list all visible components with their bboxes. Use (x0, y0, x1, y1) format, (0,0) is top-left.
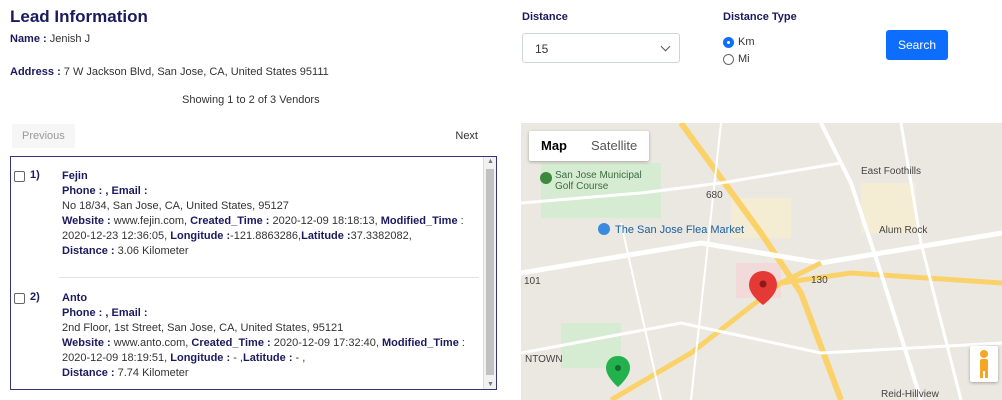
vendor-address: No 18/34, San Jose, CA, United States, 9… (62, 200, 289, 212)
map-label-golf2: Golf Course (555, 181, 609, 192)
pegman-icon[interactable] (970, 346, 998, 382)
vendor-distance: Distance : 7.74 Kilometer (62, 367, 189, 379)
pagination-info: Showing 1 to 2 of 3 Vendors (182, 94, 320, 106)
radio-unchecked-icon[interactable] (723, 53, 734, 65)
vendor-distance: Distance : 3.06 Kilometer (62, 245, 189, 257)
radio-mi[interactable]: Mi (723, 53, 750, 65)
scrollbar-thumb[interactable] (486, 169, 494, 375)
search-button[interactable]: Search (886, 30, 948, 60)
map-tab[interactable]: Map (529, 131, 579, 161)
map-label-east-foothills: East Foothills (861, 166, 922, 177)
vendor-contact: Phone : , Email : (62, 185, 148, 197)
scrollbar[interactable]: ▲ ▼ (483, 157, 496, 389)
vendor-list[interactable]: 1) Fejin Phone : , Email : No 18/34, San… (10, 156, 497, 390)
map-type-control[interactable]: Map Satellite (529, 131, 650, 161)
vendor-address: 2nd Floor, 1st Street, San Jose, CA, Uni… (62, 322, 344, 334)
vendor-details: Website : www.anto.com, Created_Time : 2… (62, 337, 465, 364)
map-view[interactable]: Map Satellite San Jose Municipal Golf Co… (521, 123, 1002, 400)
vendor-name: Fejin (62, 170, 88, 182)
map-label-downtown: NTOWN (525, 354, 563, 365)
satellite-tab[interactable]: Satellite (579, 131, 649, 161)
map-label-golf: San Jose Municipal (555, 170, 642, 181)
map-label-hwy130: 130 (811, 275, 828, 286)
distance-label: Distance (522, 11, 568, 23)
map-label-hwy680: 680 (706, 190, 723, 201)
map-label-reid: Reid-Hillview (881, 389, 939, 400)
lead-name: Name : Jenish J (10, 33, 91, 45)
vendor-checkbox[interactable] (14, 171, 25, 182)
divider (59, 277, 479, 278)
scroll-down-icon[interactable]: ▼ (487, 381, 494, 388)
distance-select[interactable]: 15 (522, 33, 680, 63)
map-label-hwy101: 101 (524, 276, 541, 287)
radio-km-label: Km (738, 36, 755, 48)
vendor-number: 2) (30, 291, 40, 303)
lead-address: Address : 7 W Jackson Blvd, San Jose, CA… (10, 66, 329, 78)
distance-type-label: Distance Type (723, 11, 797, 23)
vendor-name: Anto (62, 292, 88, 304)
radio-mi-label: Mi (738, 53, 750, 65)
distance-value: 15 (535, 42, 549, 56)
previous-button[interactable]: Previous (12, 124, 75, 148)
radio-km[interactable]: Km (723, 36, 755, 48)
vendor-checkbox[interactable] (14, 293, 25, 304)
radio-checked-icon[interactable] (723, 36, 734, 48)
map-roads (521, 123, 1002, 400)
vendor-details: Website : www.fejin.com, Created_Time : … (62, 215, 464, 242)
lead-title: Lead Information (10, 7, 148, 26)
chevron-down-icon (660, 41, 671, 52)
map-label-alum-rock: Alum Rock (879, 225, 928, 236)
vendor-number: 1) (30, 169, 40, 181)
next-button[interactable]: Next (445, 124, 488, 148)
map-label-flea: The San Jose Flea Market (615, 224, 745, 236)
vendor-contact: Phone : , Email : (62, 307, 148, 319)
scroll-up-icon[interactable]: ▲ (487, 158, 494, 165)
